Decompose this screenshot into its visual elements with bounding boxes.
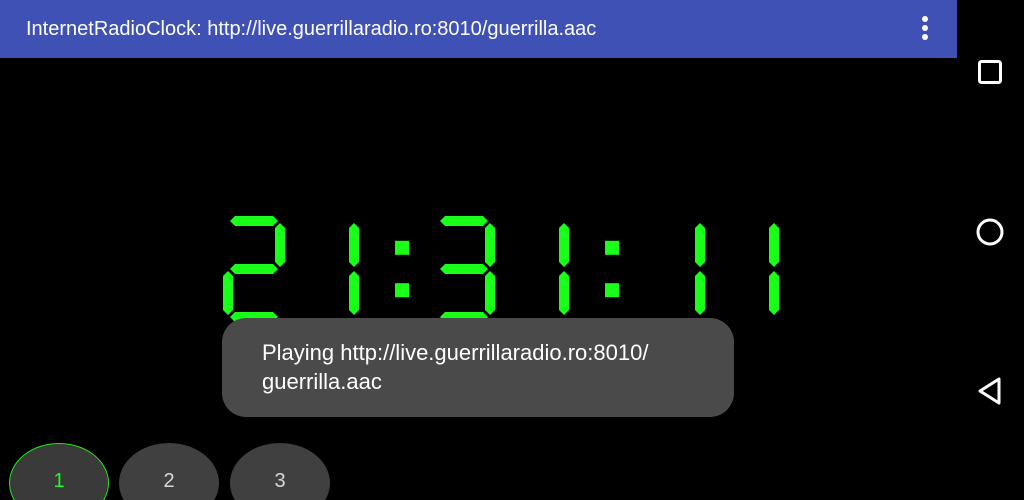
system-nav-bar — [957, 0, 1024, 500]
digital-clock — [215, 210, 815, 328]
toast-line-2: guerrilla.aac — [262, 369, 382, 394]
recents-button[interactable] — [968, 50, 1012, 94]
more-vert-icon — [922, 16, 928, 40]
home-circle-icon — [976, 218, 1004, 246]
app-title: InternetRadioClock: http://live.guerrill… — [26, 18, 597, 40]
preset-button-1[interactable]: 1 — [9, 443, 109, 500]
clock-colon — [605, 240, 619, 298]
clock-digit — [559, 223, 569, 315]
clock-digit — [349, 223, 359, 315]
clock-colon — [395, 240, 409, 298]
clock-digit — [223, 216, 285, 322]
clock-digit — [440, 216, 495, 322]
app-bar: InternetRadioClock: http://live.guerrill… — [0, 0, 957, 58]
clock-display — [223, 216, 779, 322]
back-button[interactable] — [968, 369, 1012, 413]
preset-label: 1 — [53, 470, 65, 492]
device-screen: InternetRadioClock: http://live.guerrill… — [0, 0, 1024, 500]
app-window: InternetRadioClock: http://live.guerrill… — [0, 0, 957, 500]
clock-digit — [695, 223, 705, 315]
preset-label: 2 — [163, 470, 175, 492]
home-button[interactable] — [968, 210, 1012, 254]
toast-line-1: Playing http://live.guerrillaradio.ro:80… — [262, 340, 649, 365]
back-triangle-icon — [978, 377, 1001, 405]
preset-label: 3 — [274, 470, 286, 492]
toast-message: Playing http://live.guerrillaradio.ro:80… — [222, 318, 734, 417]
preset-button-3[interactable]: 3 — [230, 443, 330, 500]
preset-button-2[interactable]: 2 — [119, 443, 219, 500]
overflow-menu-button[interactable] — [903, 7, 947, 51]
recents-square-icon — [978, 60, 1002, 84]
clock-digit — [769, 223, 779, 315]
